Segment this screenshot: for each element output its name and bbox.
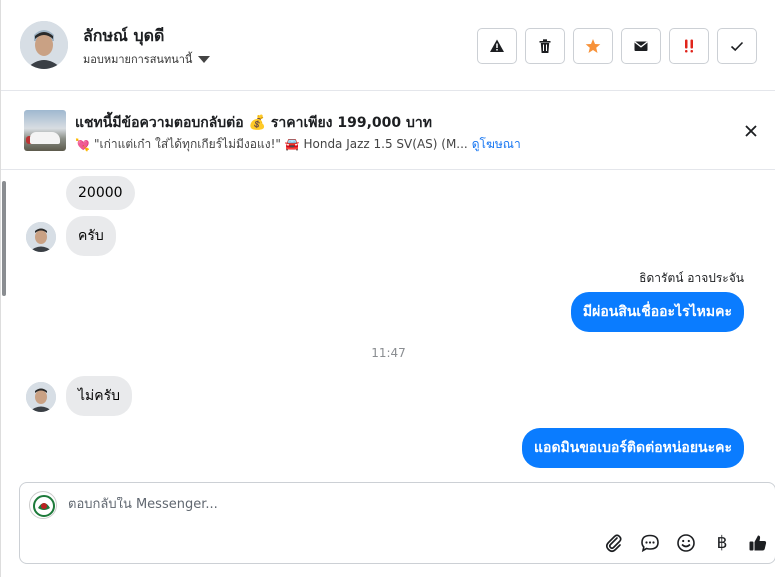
trash-icon xyxy=(539,39,551,53)
composer-tools: ฿ xyxy=(603,532,769,554)
outgoing-message: มีผ่อนสินเชื่ออะไรไหมคะ xyxy=(570,292,744,332)
reply-input[interactable] xyxy=(68,497,668,512)
saved-replies-button[interactable] xyxy=(639,532,661,554)
close-icon xyxy=(745,125,757,137)
incoming-message: ครับ xyxy=(66,216,116,256)
payment-button[interactable]: ฿ xyxy=(711,532,733,554)
warning-icon xyxy=(490,39,504,52)
thread-scrollbar[interactable] xyxy=(2,181,6,296)
contact-avatar[interactable] xyxy=(20,21,68,69)
star-icon xyxy=(585,39,601,53)
smiley-icon xyxy=(677,534,695,552)
caret-down-icon xyxy=(198,55,211,63)
delete-button[interactable] xyxy=(525,28,565,64)
page-avatar xyxy=(29,491,57,519)
check-icon xyxy=(730,41,744,52)
message-composer: ฿ xyxy=(19,482,775,564)
contact-name: ลักษณ์ บุดดี xyxy=(83,26,165,45)
conversation-header: ลักษณ์ บุดดี มอบหมายการสนทนานี้ xyxy=(1,0,775,91)
double-exclamation-icon xyxy=(685,39,693,53)
ad-thumbnail[interactable] xyxy=(24,110,66,151)
view-ad-link[interactable]: ดูโฆษณา xyxy=(472,135,521,154)
sender-name: ธิดารัตน์ อาจประจัน xyxy=(639,271,744,285)
ad-subtitle-row: 💘 "เก่าแต่เก๋า ใส่ได้ทุกเกียร์ไม่มีงอแง!… xyxy=(75,135,521,154)
contact-avatar-small xyxy=(26,382,56,412)
baht-icon: ฿ xyxy=(716,533,728,553)
ad-context-banner: แชทนี้มีข้อความตอบกลับต่อ 💰 ราคาเพียง 19… xyxy=(1,92,775,170)
envelope-icon xyxy=(634,41,648,51)
contact-avatar-small xyxy=(26,222,56,252)
message-thread[interactable]: 20000 ครับ ธิดารัตน์ อาจประจัน มีผ่อนสิน… xyxy=(1,171,775,469)
report-spam-button[interactable] xyxy=(477,28,517,64)
chat-bubble-icon xyxy=(641,534,659,553)
mark-priority-button[interactable] xyxy=(669,28,709,64)
ad-title: แชทนี้มีข้อความตอบกลับต่อ 💰 ราคาเพียง 19… xyxy=(75,115,433,131)
emoji-button[interactable] xyxy=(675,532,697,554)
assign-conversation-label: มอบหมายการสนทนานี้ xyxy=(83,53,193,66)
like-button[interactable] xyxy=(747,532,769,554)
paperclip-icon xyxy=(605,534,622,553)
incoming-message: 20000 xyxy=(66,176,135,210)
close-banner-button[interactable] xyxy=(740,120,762,142)
incoming-message: ไม่ครับ xyxy=(66,376,133,416)
assign-conversation-dropdown[interactable]: มอบหมายการสนทนานี้ xyxy=(83,50,211,68)
timestamp: 11:47 xyxy=(371,346,406,360)
messenger-conversation-panel: ลักษณ์ บุดดี มอบหมายการสนทนานี้ แชทนี้มี… xyxy=(0,0,775,577)
ad-subtitle: "เก่าแต่เก๋า ใส่ได้ทุกเกียร์ไม่มีงอแง!" … xyxy=(93,137,468,151)
heart-icon: 💘 xyxy=(75,137,90,152)
outgoing-message: แอดมินขอเบอร์ติดต่อหน่อยนะคะ xyxy=(522,428,744,468)
star-button[interactable] xyxy=(573,28,613,64)
mark-unread-button[interactable] xyxy=(621,28,661,64)
attach-button[interactable] xyxy=(603,532,625,554)
mark-done-button[interactable] xyxy=(717,28,757,64)
header-actions xyxy=(477,28,757,64)
thumbs-up-icon xyxy=(749,535,767,551)
